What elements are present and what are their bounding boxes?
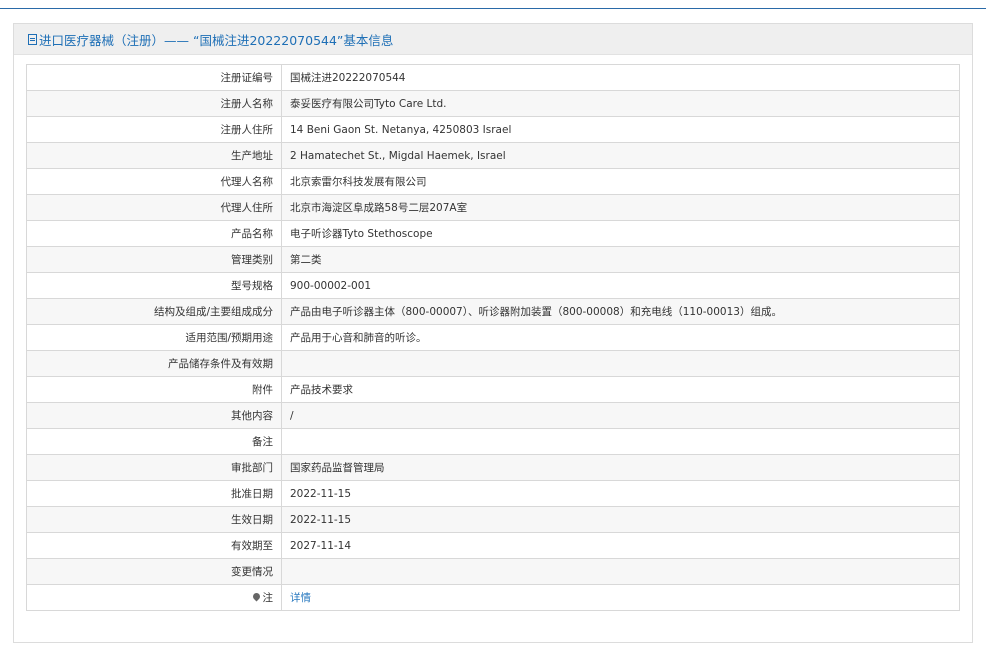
row-label: 结构及组成/主要组成成分 — [26, 298, 282, 325]
table-row: 批准日期 2022-11-15 — [26, 480, 960, 507]
table-row: 注册人住所 14 Beni Gaon St. Netanya, 4250803 I… — [26, 116, 960, 143]
table-row: 有效期至 2027-11-14 — [26, 532, 960, 559]
row-label: 产品储存条件及有效期 — [26, 350, 282, 377]
document-icon — [28, 33, 37, 45]
row-value: 2027-11-14 — [281, 532, 960, 559]
table-row: 变更情况 — [26, 558, 960, 585]
row-label: 管理类别 — [26, 246, 282, 273]
table-row: 审批部门 国家药品监督管理局 — [26, 454, 960, 481]
row-label: 附件 — [26, 376, 282, 403]
row-value: 国家药品监督管理局 — [281, 454, 960, 481]
table-row: 生产地址 2 Hamatechet St., Migdal Haemek, Isr… — [26, 142, 960, 169]
table-row: 代理人名称 北京索雷尔科技发展有限公司 — [26, 168, 960, 195]
table-row: 附件 产品技术要求 — [26, 376, 960, 403]
note-label: 注 — [262, 592, 274, 604]
panel-title: 进口医疗器械（注册）—— “国械注进20222070544”基本信息 — [39, 32, 394, 48]
row-value — [281, 558, 960, 585]
row-value — [281, 428, 960, 455]
row-label: 有效期至 — [26, 532, 282, 559]
row-label: 代理人住所 — [26, 194, 282, 221]
row-label: 其他内容 — [26, 402, 282, 429]
row-label: 生产地址 — [26, 142, 282, 169]
table-row: 产品储存条件及有效期 — [26, 350, 960, 377]
row-label: 批准日期 — [26, 480, 282, 507]
panel-header: 进口医疗器械（注册）—— “国械注进20222070544”基本信息 — [14, 24, 972, 55]
row-value: 2 Hamatechet St., Migdal Haemek, Israel — [281, 142, 960, 169]
row-value: / — [281, 402, 960, 429]
table-row: 型号规格 900-00002-001 — [26, 272, 960, 299]
row-value: 2022-11-15 — [281, 480, 960, 507]
note-value-cell: 详情 — [281, 584, 960, 611]
top-divider — [0, 8, 986, 9]
info-panel: 进口医疗器械（注册）—— “国械注进20222070544”基本信息 注册证编号… — [13, 23, 973, 643]
table-row: 结构及组成/主要组成成分 产品由电子听诊器主体（800-00007）、听诊器附加装… — [26, 298, 960, 325]
table-row: 注册证编号 国械注进20222070544 — [26, 64, 960, 91]
info-table: 注册证编号 国械注进20222070544 注册人名称 泰妥医疗有限公司Tyto Ca… — [26, 64, 960, 611]
table-row: 管理类别 第二类 — [26, 246, 960, 273]
row-value: 2022-11-15 — [281, 506, 960, 533]
details-link[interactable]: 详情 — [290, 592, 311, 604]
note-label-cell: 注 — [26, 584, 282, 611]
row-value: 北京索雷尔科技发展有限公司 — [281, 168, 960, 195]
row-label: 变更情况 — [26, 558, 282, 585]
map-pin-icon — [251, 591, 261, 602]
row-label: 注册人住所 — [26, 116, 282, 143]
table-row: 代理人住所 北京市海淀区阜成路58号二层207A室 — [26, 194, 960, 221]
row-label: 审批部门 — [26, 454, 282, 481]
row-value: 产品技术要求 — [281, 376, 960, 403]
table-row: 其他内容 / — [26, 402, 960, 429]
table-row: 注册人名称 泰妥医疗有限公司Tyto Care Ltd. — [26, 90, 960, 117]
row-value: 产品由电子听诊器主体（800-00007）、听诊器附加装置（800-00008）… — [281, 298, 960, 325]
row-value: 产品用于心音和肺音的听诊。 — [281, 324, 960, 351]
row-label: 适用范围/预期用途 — [26, 324, 282, 351]
row-value: 北京市海淀区阜成路58号二层207A室 — [281, 194, 960, 221]
row-label: 产品名称 — [26, 220, 282, 247]
row-label: 注册证编号 — [26, 64, 282, 91]
row-label: 型号规格 — [26, 272, 282, 299]
note-row: 注 详情 — [26, 584, 960, 611]
row-value: 900-00002-001 — [281, 272, 960, 299]
table-row: 生效日期 2022-11-15 — [26, 506, 960, 533]
row-value — [281, 350, 960, 377]
row-value: 泰妥医疗有限公司Tyto Care Ltd. — [281, 90, 960, 117]
table-row: 适用范围/预期用途 产品用于心音和肺音的听诊。 — [26, 324, 960, 351]
row-label: 注册人名称 — [26, 90, 282, 117]
row-label: 备注 — [26, 428, 282, 455]
row-value: 14 Beni Gaon St. Netanya, 4250803 Israel — [281, 116, 960, 143]
table-row: 产品名称 电子听诊器Tyto Stethoscope — [26, 220, 960, 247]
row-value: 国械注进20222070544 — [281, 64, 960, 91]
row-value: 第二类 — [281, 246, 960, 273]
table-row: 备注 — [26, 428, 960, 455]
row-label: 代理人名称 — [26, 168, 282, 195]
row-value: 电子听诊器Tyto Stethoscope — [281, 220, 960, 247]
row-label: 生效日期 — [26, 506, 282, 533]
